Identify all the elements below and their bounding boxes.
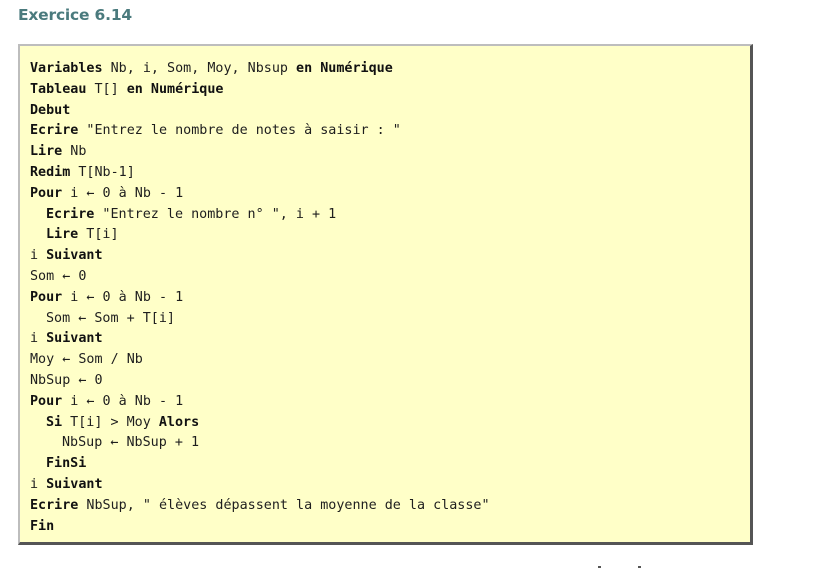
code-line-8: Ecrire "Entrez le nombre n° ", i + 1	[30, 205, 750, 226]
code-line-22: Ecrire NbSup, " élèves dépassent la moye…	[30, 496, 750, 517]
code-keyword: Lire	[30, 144, 63, 160]
code-text: T[Nb-1]	[70, 164, 135, 180]
code-line-1: Variables Nb, i, Som, Moy, Nbsup en Numé…	[30, 59, 750, 80]
code-keyword: Suivant	[46, 476, 103, 492]
code-keyword: Tableau	[30, 81, 87, 97]
code-line-15: Moy ← Som / Nb	[30, 350, 750, 371]
code-line-11: Som ← 0	[30, 267, 750, 288]
code-keyword: Debut	[30, 102, 71, 118]
code-line-3: Debut	[30, 101, 750, 122]
code-line-2: Tableau T[] en Numérique	[30, 80, 750, 101]
code-keyword: en Numérique	[126, 81, 224, 97]
code-line-14: i Suivant	[30, 329, 750, 350]
code-text: i ← 0 à Nb - 1	[62, 289, 184, 305]
code-line-20: FinSi	[30, 454, 750, 475]
code-keyword: Fin	[30, 518, 55, 534]
exercise-title: Exercice 6.14	[18, 6, 132, 24]
code-line-17: Pour i ← 0 à Nb - 1	[30, 392, 750, 413]
code-line-4: Ecrire "Entrez le nombre de notes à sais…	[30, 121, 750, 142]
code-line-7: Pour i ← 0 à Nb - 1	[30, 184, 750, 205]
code-block: Variables Nb, i, Som, Moy, Nbsup en Numé…	[18, 44, 753, 545]
code-text: T[i]	[78, 227, 119, 243]
code-line-18: Si T[i] > Moy Alors	[30, 413, 750, 434]
code-text: i	[30, 476, 47, 492]
code-keyword: Lire	[46, 227, 79, 243]
code-line-12: Pour i ← 0 à Nb - 1	[30, 288, 750, 309]
code-line-21: i Suivant	[30, 475, 750, 496]
code-text: i ← 0 à Nb - 1	[62, 185, 184, 201]
code-keyword: Pour	[30, 289, 63, 305]
code-keyword: Suivant	[46, 248, 103, 264]
code-line-5: Lire Nb	[30, 142, 750, 163]
code-keyword: Si	[46, 414, 63, 430]
code-text: T[i] > Moy	[62, 414, 159, 430]
code-text: Som ← 0	[30, 268, 87, 284]
code-line-13: Som ← Som + T[i]	[30, 309, 750, 330]
code-keyword: FinSi	[46, 456, 87, 472]
code-keyword: Pour	[30, 393, 63, 409]
code-keyword: Ecrire	[46, 206, 95, 222]
code-text: i	[30, 331, 47, 347]
code-line-23: Fin	[30, 517, 750, 538]
code-keyword: en Numérique	[296, 61, 393, 76]
code-keyword: Alors	[158, 414, 200, 430]
code-text: Moy ← Som / Nb	[30, 352, 143, 368]
code-text: Nb	[62, 144, 87, 160]
code-text: NbSup ← NbSup + 1	[62, 435, 200, 451]
code-keyword: Ecrire	[30, 497, 79, 513]
code-keyword: Pour	[30, 185, 63, 201]
code-text: T[]	[86, 81, 127, 97]
code-line-10: i Suivant	[30, 246, 750, 267]
code-text: NbSup ← 0	[30, 372, 103, 388]
cropped-text-fragment	[598, 564, 646, 568]
code-line-16: NbSup ← 0	[30, 371, 750, 392]
code-text: Som ← Som + T[i]	[46, 310, 175, 326]
code-keyword: Redim	[30, 164, 71, 180]
code-keyword: Ecrire	[30, 123, 79, 139]
code-line-9: Lire T[i]	[30, 225, 750, 246]
code-text: "Entrez le nombre de notes à saisir : "	[78, 123, 401, 139]
code-keyword: Variables	[30, 61, 103, 76]
code-line-6: Redim T[Nb-1]	[30, 163, 750, 184]
code-text: i	[30, 248, 47, 264]
code-text: i ← 0 à Nb - 1	[62, 393, 184, 409]
code-text: Nb, i, Som, Moy, Nbsup	[102, 61, 297, 76]
code-text: NbSup, " élèves dépassent la moyenne de …	[78, 497, 490, 513]
code-keyword: Suivant	[46, 331, 103, 347]
code-text: "Entrez le nombre n° ", i + 1	[94, 206, 337, 222]
code-line-19: NbSup ← NbSup + 1	[30, 433, 750, 454]
